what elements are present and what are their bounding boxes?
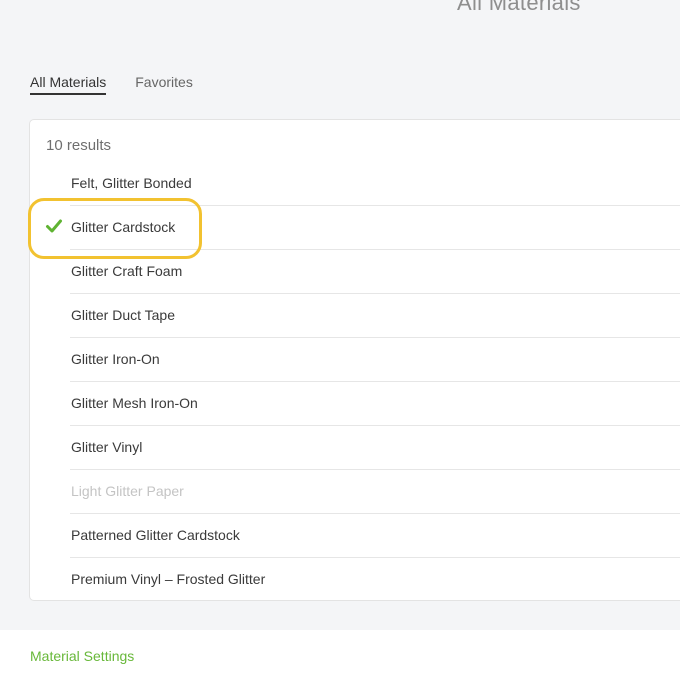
material-item-glitter-iron-on[interactable]: Glitter Iron-On	[30, 338, 680, 382]
page-title: All Materials	[457, 0, 581, 15]
results-count: 10 results	[46, 137, 112, 154]
tab-all-materials[interactable]: All Materials	[30, 74, 107, 95]
material-item-premium-vinyl-frosted-glitter[interactable]: Premium Vinyl – Frosted Glitter	[30, 558, 680, 602]
material-label: Glitter Duct Tape	[71, 307, 176, 323]
material-label: Premium Vinyl – Frosted Glitter	[71, 571, 266, 587]
checkmark-icon	[45, 217, 63, 235]
footer-bar: Material Settings	[0, 630, 680, 679]
material-item-glitter-vinyl[interactable]: Glitter Vinyl	[30, 426, 680, 470]
material-label: Felt, Glitter Bonded	[71, 175, 192, 191]
material-settings-link[interactable]: Material Settings	[30, 648, 134, 664]
material-label: Glitter Craft Foam	[71, 263, 183, 279]
material-label: Glitter Iron-On	[71, 351, 160, 367]
material-label: Light Glitter Paper	[71, 483, 184, 499]
tab-favorites[interactable]: Favorites	[135, 74, 193, 95]
materials-panel: 10 results Felt, Glitter Bonded Glitter …	[29, 119, 680, 601]
material-label: Patterned Glitter Cardstock	[71, 527, 240, 543]
material-label: Glitter Mesh Iron-On	[71, 395, 198, 411]
materials-list: Felt, Glitter Bonded Glitter Cardstock G…	[30, 162, 680, 602]
material-label: Glitter Cardstock	[71, 219, 176, 235]
material-item-patterned-glitter-cardstock[interactable]: Patterned Glitter Cardstock	[30, 514, 680, 558]
material-item-glitter-cardstock[interactable]: Glitter Cardstock	[30, 206, 680, 250]
material-item-felt-glitter-bonded[interactable]: Felt, Glitter Bonded	[30, 162, 680, 206]
material-item-glitter-craft-foam[interactable]: Glitter Craft Foam	[30, 250, 680, 294]
material-item-glitter-mesh-iron-on[interactable]: Glitter Mesh Iron-On	[30, 382, 680, 426]
material-tabs: All Materials Favorites	[30, 74, 193, 95]
material-item-light-glitter-paper: Light Glitter Paper	[30, 470, 680, 514]
material-label: Glitter Vinyl	[71, 439, 143, 455]
material-item-glitter-duct-tape[interactable]: Glitter Duct Tape	[30, 294, 680, 338]
